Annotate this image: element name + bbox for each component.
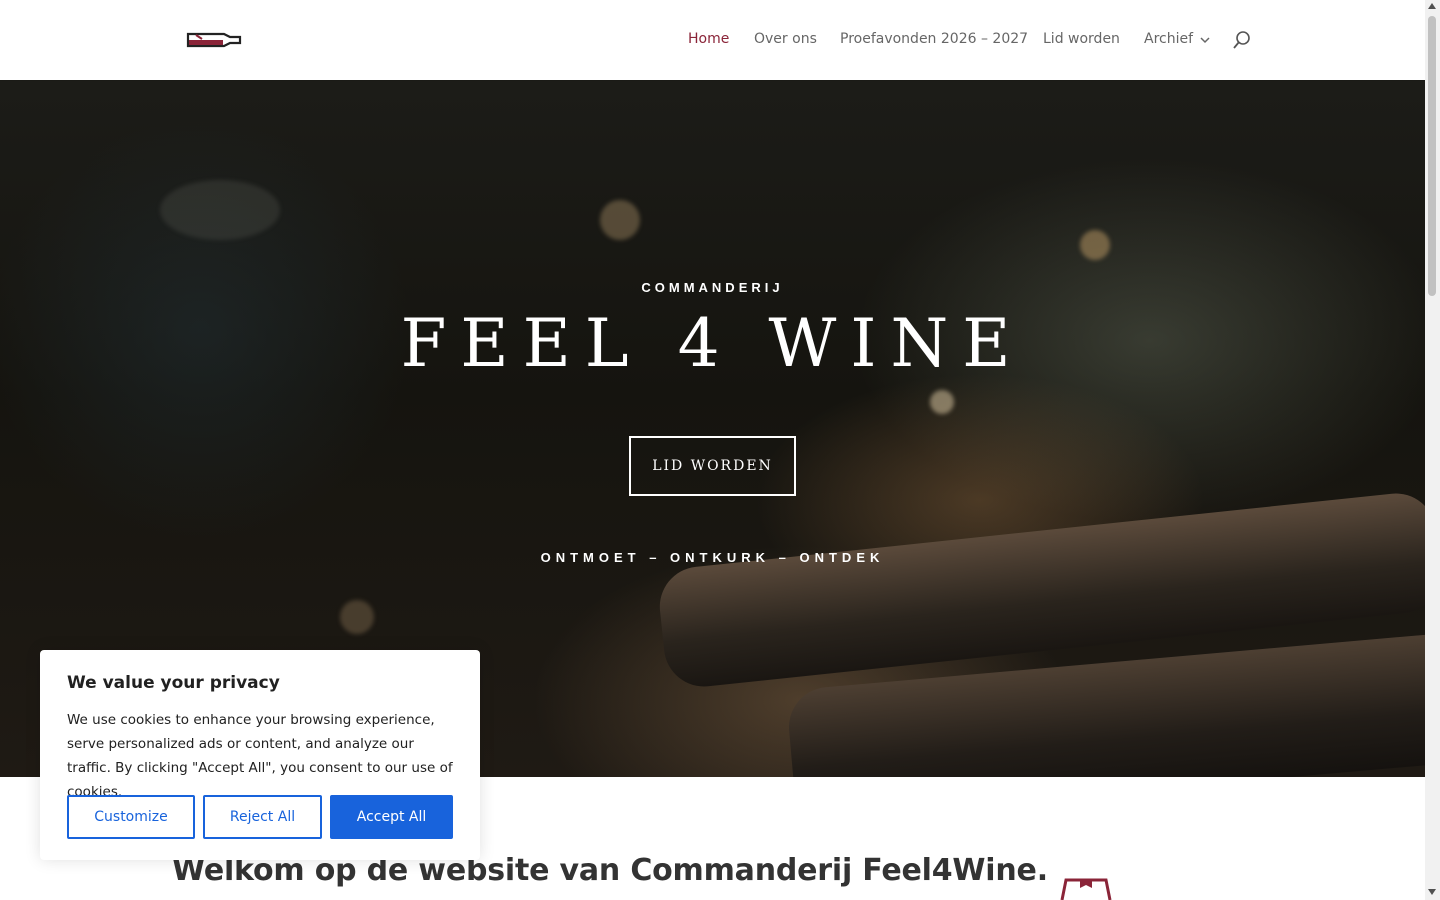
nav-item-archief[interactable]: Archief	[1144, 31, 1193, 47]
hero-title: FEEL 4 WINE	[400, 305, 1025, 382]
lid-worden-button[interactable]: LID WORDEN	[629, 436, 796, 496]
wine-logo-icon	[1060, 878, 1112, 900]
cookie-title: We value your privacy	[67, 673, 280, 693]
hero-kicker: COMMANDERIJ	[641, 280, 784, 295]
bokeh-light	[930, 390, 954, 414]
bokeh-light	[600, 200, 640, 240]
accept-all-button[interactable]: Accept All	[330, 795, 453, 839]
scroll-down-icon[interactable]	[1428, 889, 1436, 895]
reject-all-button[interactable]: Reject All	[203, 795, 322, 839]
page-scrollbar[interactable]	[1425, 0, 1440, 900]
hero-tagline: ONTMOET – ONTKURK – ONTDEK	[540, 550, 885, 565]
main-nav: Home Over ons Proefavonden 2026 – 2027 L…	[0, 31, 1425, 51]
search-icon[interactable]	[1232, 30, 1252, 50]
nav-item-proefavonden[interactable]: Proefavonden 2026 – 2027	[840, 31, 1028, 47]
bokeh-light	[1080, 230, 1110, 260]
scroll-up-icon[interactable]	[1428, 3, 1436, 9]
bokeh-light	[160, 180, 280, 240]
cookie-consent-banner: We value your privacy We use cookies to …	[40, 650, 480, 860]
scroll-thumb[interactable]	[1428, 16, 1436, 296]
site-header: Home Over ons Proefavonden 2026 – 2027 L…	[0, 0, 1425, 80]
nav-item-over-ons[interactable]: Over ons	[754, 31, 817, 47]
nav-item-home[interactable]: Home	[688, 31, 729, 47]
customize-button[interactable]: Customize	[67, 795, 195, 839]
bokeh-light	[340, 600, 374, 634]
nav-item-lid-worden[interactable]: Lid worden	[1043, 31, 1120, 47]
cookie-text: We use cookies to enhance your browsing …	[67, 712, 453, 800]
chevron-down-icon[interactable]	[1199, 34, 1211, 46]
